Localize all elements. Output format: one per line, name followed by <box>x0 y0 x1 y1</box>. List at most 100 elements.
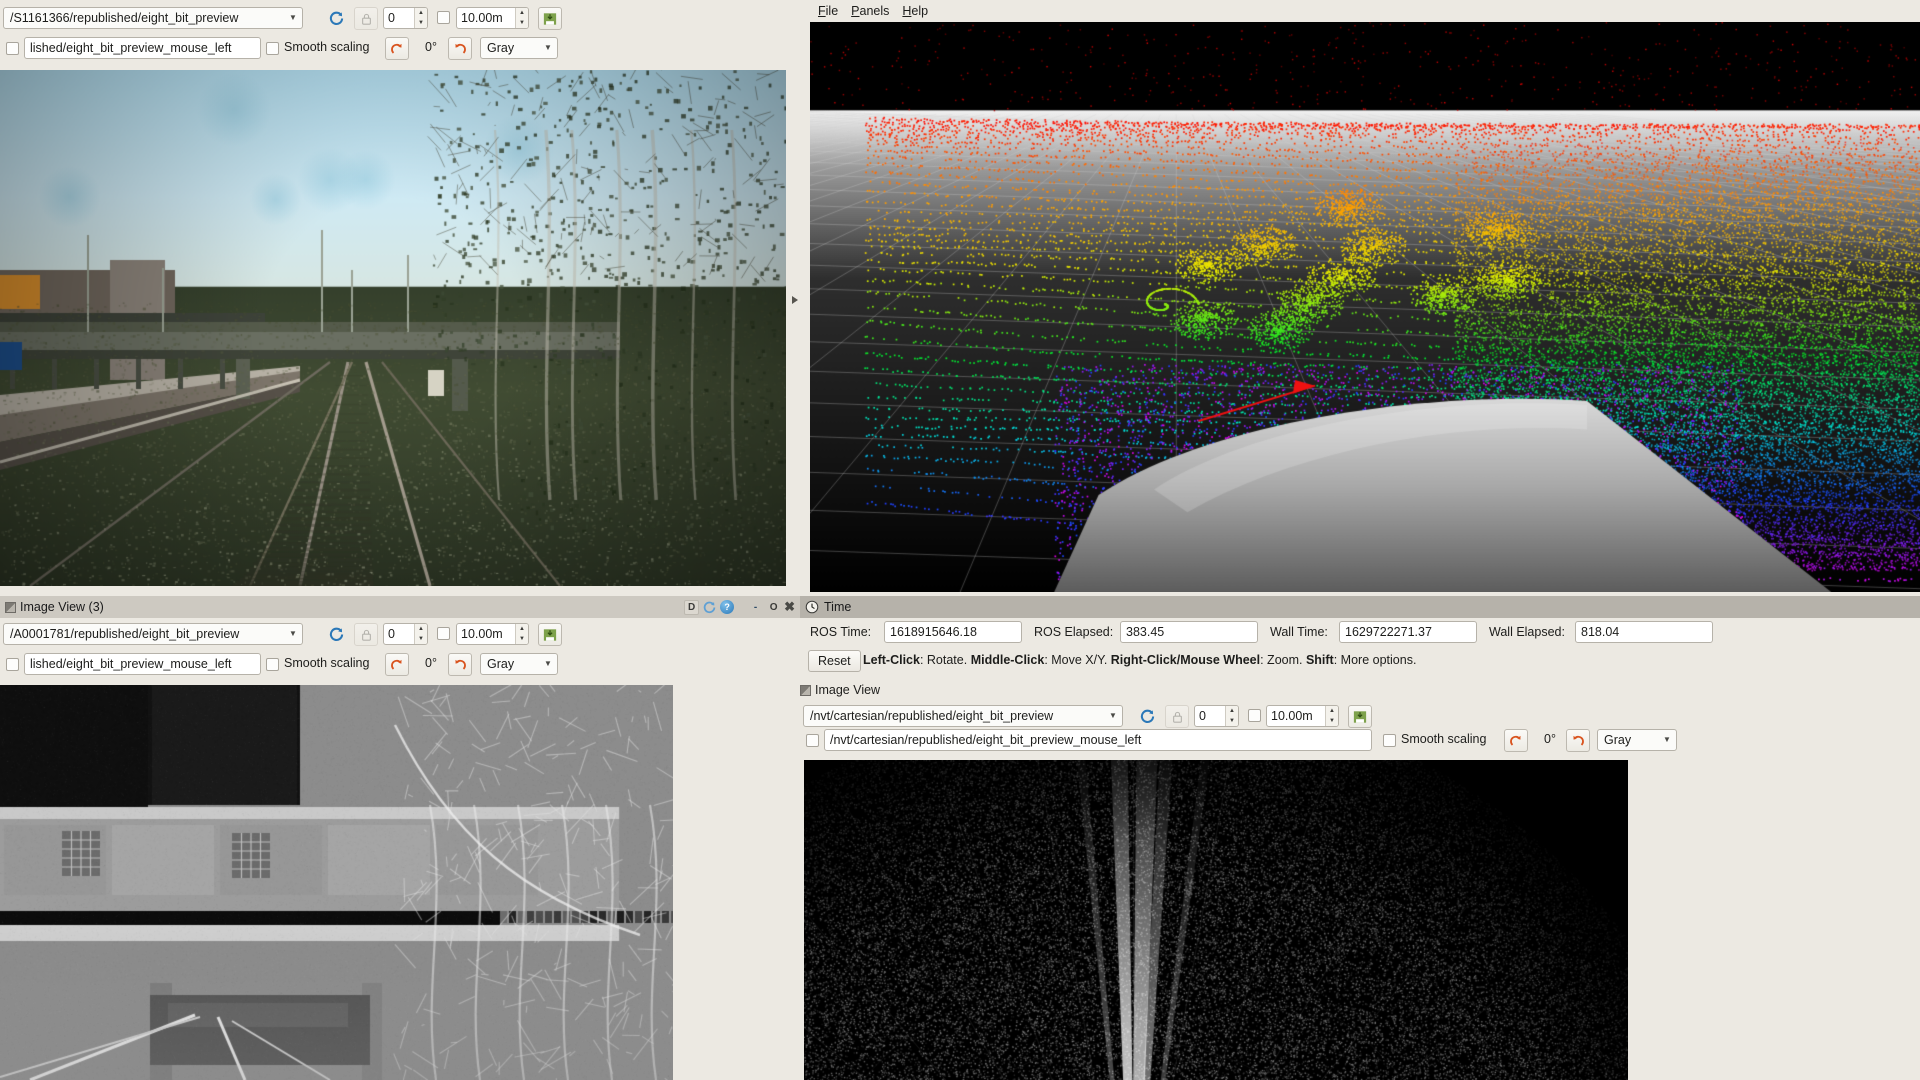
image-view-4-topic-text: /nvt/cartesian/republished/eight_bit_pre… <box>810 709 1054 723</box>
spin-arrows[interactable]: ▲ ▼ <box>515 8 528 28</box>
image-view-1-mouse-topic-checkbox[interactable] <box>6 42 19 55</box>
reset-button[interactable]: Reset <box>808 650 861 672</box>
thermal-camera-image[interactable] <box>0 685 673 1080</box>
image-view-4-rotation-label: 0° <box>1544 732 1556 746</box>
image-view-1-queue-spinbox[interactable]: 0 ▲ ▼ <box>383 7 428 29</box>
image-view-3-mouse-topic-text: lished/eight_bit_preview_mouse_left <box>30 657 232 671</box>
lock-icon[interactable] <box>1165 705 1189 728</box>
image-view-4-colormap-text: Gray <box>1604 733 1632 747</box>
save-icon[interactable] <box>538 623 562 646</box>
refresh-icon[interactable] <box>1135 705 1159 728</box>
ros-time-field[interactable]: 1618915646.18 <box>884 621 1022 643</box>
rviz-3d-panel: FFileile Panels Help <box>804 0 1920 600</box>
menu-item-panels[interactable]: Panels <box>851 5 889 18</box>
rotate-ccw-icon[interactable] <box>448 653 472 676</box>
image-view-3-queue-spinbox[interactable]: 0 ▲ ▼ <box>383 623 428 645</box>
spin-arrows[interactable]: ▲ ▼ <box>414 624 427 644</box>
wall-time-field[interactable]: 1629722271.37 <box>1339 621 1477 643</box>
rotate-cw-icon[interactable] <box>385 37 409 60</box>
image-view-4-range-value: 10.00m <box>1271 709 1313 723</box>
time-panel-title-text: Time <box>824 600 852 614</box>
radar-polar-image[interactable] <box>804 760 1628 1080</box>
rotate-ccw-icon[interactable] <box>1566 729 1590 752</box>
image-view-4-range-spinbox[interactable]: 10.00m ▲ ▼ <box>1266 705 1339 727</box>
wall-time-value: 1629722271.37 <box>1345 625 1432 639</box>
image-view-3-topic-text: /A0001781/republished/eight_bit_preview <box>10 627 240 641</box>
spin-arrows[interactable]: ▲ ▼ <box>1325 706 1338 726</box>
image-view-3-range-spinbox[interactable]: 10.00m ▲ ▼ <box>456 623 529 645</box>
image-view-3-smooth-scaling-checkbox[interactable] <box>266 658 279 671</box>
image-view-4-colormap-combo[interactable]: Gray ▼ <box>1597 729 1677 751</box>
chevron-down-icon: ▼ <box>289 13 297 22</box>
image-view-3-queue-value: 0 <box>388 627 395 641</box>
mouse-hint-text: Left-Click: Rotate. Middle-Click: Move X… <box>863 653 1417 667</box>
image-view-1-smooth-scaling-checkbox[interactable] <box>266 42 279 55</box>
image-view-4-mouse-topic-field[interactable]: /nvt/cartesian/republished/eight_bit_pre… <box>824 729 1372 751</box>
image-view-3-topic-combo[interactable]: /A0001781/republished/eight_bit_preview … <box>3 623 303 645</box>
image-view-3-mouse-topic-field[interactable]: lished/eight_bit_preview_mouse_left <box>24 653 261 675</box>
image-view-4-queue-spinbox[interactable]: 0 ▲ ▼ <box>1194 705 1239 727</box>
chevron-down-icon: ▼ <box>544 659 552 668</box>
minimize-icon[interactable]: - <box>748 600 763 615</box>
image-view-1-range-spinbox[interactable]: 10.00m ▲ ▼ <box>456 7 529 29</box>
image-view-3-range-checkbox[interactable] <box>437 627 450 640</box>
ros-elapsed-field[interactable]: 383.45 <box>1120 621 1258 643</box>
rotate-cw-icon[interactable] <box>385 653 409 676</box>
image-view-1-range-checkbox[interactable] <box>437 11 450 24</box>
ros-time-value: 1618915646.18 <box>890 625 977 639</box>
close-icon[interactable]: ✖ <box>784 599 795 615</box>
image-view-1-panel: /S1161366/republished/eight_bit_preview … <box>0 0 786 600</box>
image-view-4-range-checkbox[interactable] <box>1248 709 1261 722</box>
splitter-grip-icon <box>792 296 798 304</box>
rotate-cw-icon[interactable] <box>1504 729 1528 752</box>
float-icon[interactable] <box>702 600 717 615</box>
help-icon[interactable]: ? <box>720 600 735 614</box>
menu-item-help[interactable]: Help <box>902 5 928 18</box>
pointcloud-3d-view[interactable] <box>810 22 1920 592</box>
image-view-4-smooth-scaling-label: Smooth scaling <box>1401 732 1487 746</box>
image-view-3-colormap-combo[interactable]: Gray ▼ <box>480 653 558 675</box>
image-view-1-queue-value: 0 <box>388 11 395 25</box>
dock-icon[interactable]: D <box>684 599 700 615</box>
image-view-1-topic-text: /S1161366/republished/eight_bit_preview <box>10 11 239 25</box>
image-view-4-queue-value: 0 <box>1199 709 1206 723</box>
image-view-3-panel: Image View (3) D ? - O ✖ /A0001781/repub… <box>0 596 800 1080</box>
spin-arrows[interactable]: ▲ ▼ <box>414 8 427 28</box>
image-view-3-range-value: 10.00m <box>461 627 503 641</box>
panel-grip-icon <box>5 601 16 613</box>
image-view-3-mouse-topic-checkbox[interactable] <box>6 658 19 671</box>
image-view-1-mouse-topic-field[interactable]: lished/eight_bit_preview_mouse_left <box>24 37 261 59</box>
refresh-icon[interactable] <box>324 623 348 646</box>
wall-elapsed-value: 818.04 <box>1581 625 1620 639</box>
image-view-3-colormap-text: Gray <box>487 657 515 671</box>
image-view-4-mouse-topic-checkbox[interactable] <box>806 734 819 747</box>
ros-time-label: ROS Time: <box>810 625 872 639</box>
image-view-4-title-bar: Image View <box>800 680 880 700</box>
image-view-1-rotation-label: 0° <box>425 40 437 54</box>
time-panel: Time ROS Time: 1618915646.18 ROS Elapsed… <box>800 596 1920 674</box>
image-view-4-smooth-scaling-checkbox[interactable] <box>1383 734 1396 747</box>
lock-icon[interactable] <box>354 623 378 646</box>
lock-icon[interactable] <box>354 7 378 30</box>
rgb-camera-image[interactable] <box>0 70 786 586</box>
menu-item-file[interactable]: FFileile <box>818 5 838 18</box>
refresh-icon[interactable] <box>324 7 348 30</box>
image-view-1-topic-combo[interactable]: /S1161366/republished/eight_bit_preview … <box>3 7 303 29</box>
save-icon[interactable] <box>538 7 562 30</box>
image-view-4-topic-combo[interactable]: /nvt/cartesian/republished/eight_bit_pre… <box>803 705 1123 727</box>
save-icon[interactable] <box>1348 705 1372 728</box>
image-view-1-colormap-combo[interactable]: Gray ▼ <box>480 37 558 59</box>
image-view-4-title-text: Image View <box>815 683 881 697</box>
wall-elapsed-label: Wall Elapsed: <box>1489 625 1565 639</box>
ros-elapsed-label: ROS Elapsed: <box>1034 625 1114 639</box>
rotate-ccw-icon[interactable] <box>448 37 472 60</box>
chevron-down-icon: ▼ <box>1109 711 1117 720</box>
image-view-4-mouse-topic-text: /nvt/cartesian/republished/eight_bit_pre… <box>830 733 1142 747</box>
maximize-icon[interactable]: O <box>766 600 781 615</box>
spin-arrows[interactable]: ▲ ▼ <box>515 624 528 644</box>
wall-elapsed-field[interactable]: 818.04 <box>1575 621 1713 643</box>
image-view-1-range-value: 10.00m <box>461 11 503 25</box>
panel-grip-icon <box>800 684 811 696</box>
spin-arrows[interactable]: ▲ ▼ <box>1225 706 1238 726</box>
vertical-splitter-handle[interactable] <box>786 0 804 600</box>
